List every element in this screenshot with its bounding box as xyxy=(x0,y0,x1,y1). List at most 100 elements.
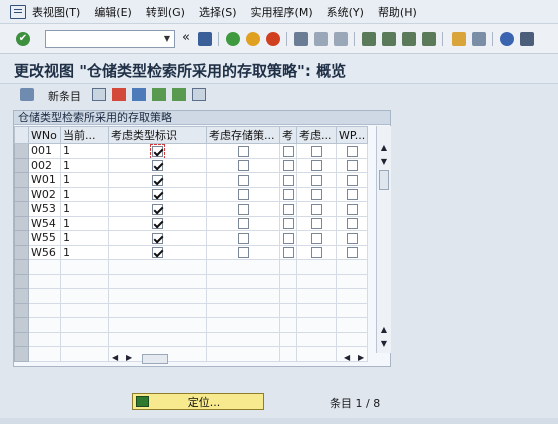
empty-cell[interactable] xyxy=(279,302,297,318)
checkbox[interactable] xyxy=(152,174,163,186)
checkbox[interactable] xyxy=(311,247,322,259)
empty-cell[interactable] xyxy=(335,273,369,289)
scroll-up-icon[interactable]: ▲ xyxy=(377,142,391,154)
column-header-current[interactable]: 当前... xyxy=(60,126,109,144)
row-selector[interactable] xyxy=(14,259,29,275)
empty-cell[interactable] xyxy=(60,317,109,333)
menu-item-select[interactable]: 选择(S) xyxy=(199,4,237,20)
empty-cell[interactable] xyxy=(28,273,61,289)
checkbox[interactable] xyxy=(152,160,163,172)
checkbox[interactable] xyxy=(311,145,322,157)
empty-cell[interactable] xyxy=(335,302,369,318)
checkbox[interactable] xyxy=(282,189,294,201)
checkbox[interactable] xyxy=(311,218,322,230)
collapse-icon[interactable]: « xyxy=(182,30,190,45)
scroll-right-end-icon[interactable]: ▶ xyxy=(358,353,364,362)
enter-icon[interactable]: ✔ xyxy=(16,32,30,46)
empty-cell[interactable] xyxy=(60,331,109,347)
checkbox[interactable] xyxy=(346,174,358,186)
checkbox[interactable] xyxy=(152,247,163,259)
row-selector[interactable] xyxy=(14,172,29,188)
menu-item-system[interactable]: 系统(Y) xyxy=(327,4,364,20)
find-next-icon[interactable] xyxy=(334,32,348,46)
row-selector[interactable] xyxy=(14,201,29,217)
checkbox[interactable] xyxy=(237,174,249,186)
row-selector[interactable] xyxy=(14,317,29,333)
checkbox[interactable] xyxy=(346,160,358,172)
checkbox[interactable] xyxy=(311,174,322,186)
checkbox[interactable] xyxy=(282,203,294,215)
select-all-corner[interactable] xyxy=(14,126,29,144)
back-icon[interactable] xyxy=(226,32,240,46)
row-selector[interactable] xyxy=(14,143,29,159)
checkbox[interactable] xyxy=(346,189,358,201)
empty-cell[interactable] xyxy=(28,259,61,275)
help-icon[interactable] xyxy=(500,32,514,46)
row-selector[interactable] xyxy=(14,244,29,260)
checkbox[interactable] xyxy=(311,189,322,201)
empty-cell[interactable] xyxy=(108,331,207,347)
checkbox[interactable] xyxy=(282,160,294,172)
checkbox[interactable] xyxy=(346,232,358,244)
checkbox[interactable] xyxy=(152,203,163,215)
row-selector[interactable] xyxy=(14,157,29,173)
empty-cell[interactable] xyxy=(60,273,109,289)
empty-cell[interactable] xyxy=(60,259,109,275)
row-selector[interactable] xyxy=(14,230,29,246)
cancel-icon[interactable] xyxy=(266,32,280,46)
row-selector[interactable] xyxy=(14,302,29,318)
empty-cell[interactable] xyxy=(108,259,207,275)
command-field[interactable] xyxy=(45,30,175,48)
empty-cell[interactable] xyxy=(28,317,61,333)
scroll-left-end-icon[interactable]: ◀ xyxy=(344,353,350,362)
row-selector[interactable] xyxy=(14,215,29,231)
empty-cell[interactable] xyxy=(296,331,337,347)
checkbox[interactable] xyxy=(237,232,249,244)
exit-icon[interactable] xyxy=(246,32,260,46)
row-selector[interactable] xyxy=(14,346,29,362)
empty-cell[interactable] xyxy=(60,302,109,318)
checkbox[interactable] xyxy=(237,218,249,230)
vertical-scrollbar[interactable]: ▲ ▼ ▲ ▼ xyxy=(376,126,391,353)
horizontal-thumb[interactable] xyxy=(142,354,168,364)
row-selector[interactable] xyxy=(14,273,29,289)
column-header-consider[interactable]: 考 xyxy=(279,126,297,144)
empty-cell[interactable] xyxy=(279,273,297,289)
empty-cell[interactable] xyxy=(60,288,109,304)
next-page-icon[interactable] xyxy=(402,32,416,46)
page-up-icon[interactable]: ▲ xyxy=(377,324,391,336)
save-icon[interactable] xyxy=(198,32,212,46)
prev-page-icon[interactable] xyxy=(382,32,396,46)
empty-cell[interactable] xyxy=(279,259,297,275)
checkbox[interactable] xyxy=(282,218,294,230)
checkbox[interactable] xyxy=(282,232,294,244)
checkbox[interactable] xyxy=(346,145,358,157)
menu-item-edit[interactable]: 编辑(E) xyxy=(94,4,132,20)
scroll-thumb[interactable] xyxy=(379,170,389,190)
empty-cell[interactable] xyxy=(108,317,207,333)
empty-cell[interactable] xyxy=(28,302,61,318)
scroll-left-icon[interactable]: ◀ xyxy=(112,353,118,362)
menu-item-table-view[interactable]: 表视图(T) xyxy=(32,4,80,20)
checkbox[interactable] xyxy=(152,232,163,244)
new-entries-button[interactable]: 新条目 xyxy=(48,88,81,104)
column-header-consider-strategy[interactable]: 考虑存储策... xyxy=(206,126,280,144)
empty-cell[interactable] xyxy=(335,288,369,304)
horizontal-scrollbar[interactable]: ◀ ▶ ◀ ▶ xyxy=(106,352,376,366)
chevron-down-icon[interactable]: ▼ xyxy=(160,31,174,47)
checkbox[interactable] xyxy=(152,218,163,230)
empty-cell[interactable] xyxy=(296,273,337,289)
checkbox[interactable] xyxy=(237,203,249,215)
column-header-wno[interactable]: WNo xyxy=(28,126,61,144)
empty-cell[interactable] xyxy=(279,331,297,347)
empty-cell[interactable] xyxy=(296,259,337,275)
empty-cell[interactable] xyxy=(206,273,280,289)
checkbox[interactable] xyxy=(152,189,163,201)
find-icon[interactable] xyxy=(314,32,328,46)
menu-item-goto[interactable]: 转到(G) xyxy=(146,4,185,20)
empty-cell[interactable] xyxy=(296,317,337,333)
scroll-right-icon[interactable]: ▶ xyxy=(126,353,132,362)
empty-cell[interactable] xyxy=(206,259,280,275)
empty-cell[interactable] xyxy=(206,317,280,333)
select-all-icon[interactable] xyxy=(152,88,166,101)
